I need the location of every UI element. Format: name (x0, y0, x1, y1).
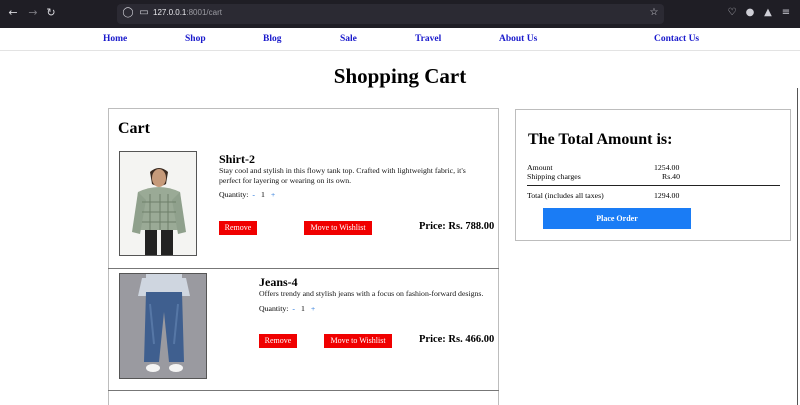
pocket-icon[interactable]: ♡ (725, 6, 739, 20)
item-description: Stay cool and stylish in this flowy tank… (219, 166, 494, 186)
browser-toolbar: ← → ↻ ◯ ▭ 127.0.0.1:8001/cart ☆ ♡ ● ▲ ≡ (0, 0, 800, 28)
shirt-product-image[interactable] (119, 151, 197, 256)
increment-button[interactable]: + (269, 190, 277, 199)
quantity-label: Quantity: (259, 304, 289, 313)
decrement-button[interactable]: - (290, 304, 297, 313)
total-label: Total (includes all taxes) (527, 191, 604, 200)
item-description-line: perfect for layering or wearing on its o… (219, 176, 352, 185)
extensions-icon[interactable]: ▲ (761, 6, 775, 20)
account-icon[interactable]: ● (743, 6, 757, 20)
jeans-product-image[interactable] (119, 273, 207, 379)
shield-icon[interactable]: ◯ (121, 6, 135, 20)
nav-blog[interactable]: Blog (263, 34, 281, 44)
scrollbar[interactable] (797, 88, 798, 405)
increment-button[interactable]: + (309, 304, 317, 313)
cart-heading: Cart (118, 120, 150, 137)
quantity-label: Quantity: (219, 190, 249, 199)
quantity-stepper: Quantity: - 1 + (219, 190, 277, 199)
back-icon[interactable]: ← (6, 6, 20, 20)
nav-sale[interactable]: Sale (340, 34, 357, 44)
url-text[interactable]: 127.0.0.1:8001/cart (153, 8, 222, 17)
nav-shop[interactable]: Shop (185, 34, 206, 44)
quantity-value: 1 (260, 190, 265, 199)
item-name[interactable]: Shirt-2 (219, 152, 255, 167)
bookmark-star-icon[interactable]: ☆ (647, 6, 661, 20)
amount-value: 1254.00 (654, 163, 680, 172)
shipping-label: Shipping charges (527, 172, 581, 181)
item-price: Price: Rs. 466.00 (419, 334, 495, 345)
total-value: 1294.00 (654, 191, 680, 200)
item-description-line: Offers trendy and stylish jeans with a f… (259, 289, 484, 298)
forward-icon[interactable]: → (26, 6, 40, 20)
quantity-stepper: Quantity: - 1 + (259, 304, 317, 313)
remove-button[interactable]: Remove (259, 334, 297, 348)
item-divider (108, 268, 499, 269)
decrement-button[interactable]: - (250, 190, 257, 199)
shipping-value: Rs.40 (662, 172, 680, 181)
remove-button[interactable]: Remove (219, 221, 257, 235)
move-to-wishlist-button[interactable]: Move to Wishlist (324, 334, 392, 348)
quantity-value: 1 (300, 304, 305, 313)
item-price: Price: Rs. 788.00 (419, 221, 495, 232)
summary-divider (527, 185, 780, 186)
site-nav: Home Shop Blog Sale Travel About Us Cont… (0, 28, 800, 51)
menu-icon[interactable]: ≡ (779, 6, 793, 20)
item-description: Offers trendy and stylish jeans with a f… (259, 289, 499, 299)
nav-contact-us[interactable]: Contact Us (654, 34, 699, 44)
place-order-button[interactable]: Place Order (543, 208, 691, 229)
page-title: Shopping Cart (333, 64, 467, 88)
nav-home[interactable]: Home (103, 34, 127, 44)
url-path: :8001/cart (186, 8, 222, 17)
nav-about-us[interactable]: About Us (499, 34, 537, 44)
url-host: 127.0.0.1 (153, 8, 187, 17)
amount-label: Amount (527, 163, 553, 172)
move-to-wishlist-button[interactable]: Move to Wishlist (304, 221, 372, 235)
item-description-line: Stay cool and stylish in this flowy tank… (219, 166, 466, 175)
reload-icon[interactable]: ↻ (44, 6, 58, 20)
item-name[interactable]: Jeans-4 (259, 275, 298, 290)
item-divider (108, 390, 499, 391)
summary-title: The Total Amount is: (528, 131, 673, 148)
nav-travel[interactable]: Travel (415, 34, 441, 44)
page-icon: ▭ (139, 7, 149, 18)
